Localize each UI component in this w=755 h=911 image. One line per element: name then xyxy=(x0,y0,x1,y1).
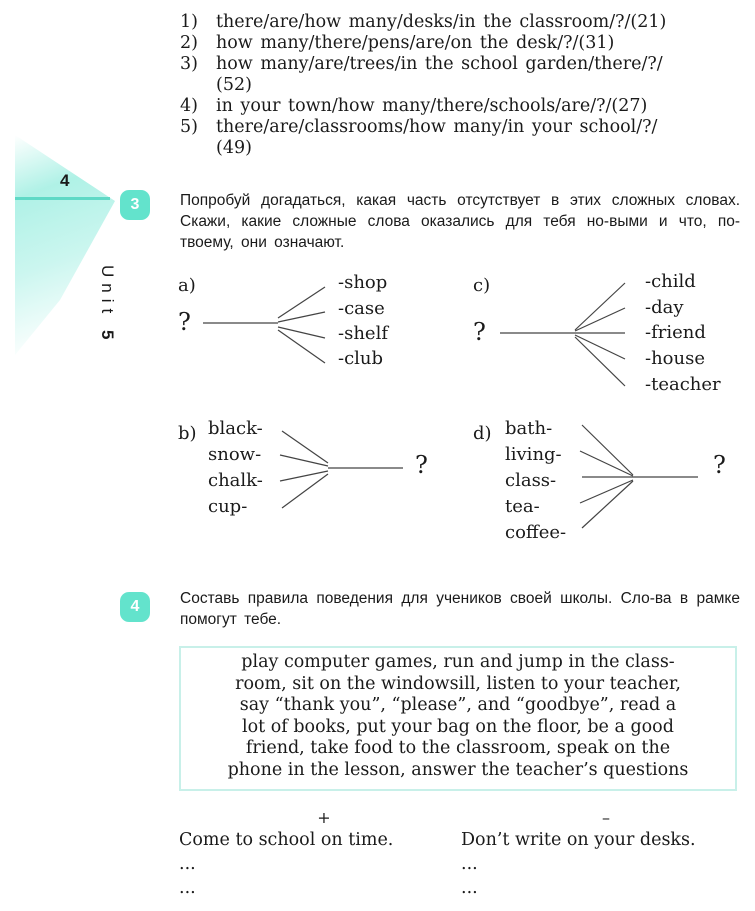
branch-line xyxy=(277,326,326,339)
rule-line: ... xyxy=(461,878,478,898)
diagram-label: d) xyxy=(473,423,492,444)
diagram-a-lines xyxy=(203,286,326,364)
unit-word: Unit xyxy=(98,265,117,320)
question-mark: ? xyxy=(713,451,726,479)
word-box-line: room, sit on the windowsill, listen to y… xyxy=(235,673,681,694)
word-part: tea- xyxy=(505,496,540,517)
item-text: how many/are/trees/in the school garden/… xyxy=(216,54,663,74)
word-part: cup- xyxy=(208,496,248,517)
diagram-b: b) black- snow- chalk- cup- ? xyxy=(175,418,445,523)
word-part: -friend xyxy=(645,322,706,343)
branch-line xyxy=(581,424,634,476)
item-number: 5) xyxy=(180,117,198,137)
list-item: 1) there/are/how many/desks/in the classr… xyxy=(180,12,740,33)
diagram-label: b) xyxy=(178,423,197,444)
task-4-badge: 4 xyxy=(120,592,150,622)
word-part: -shelf xyxy=(338,323,388,344)
question-mark: ? xyxy=(415,451,428,479)
rule-line: Come to school on time. xyxy=(179,830,394,850)
word-part: -child xyxy=(645,271,696,292)
diagram-a: a) ? -shop -case -shelf -club xyxy=(175,270,435,380)
list-item: 5) there/are/classrooms/how many/in your … xyxy=(180,117,740,138)
word-part: coffee- xyxy=(505,522,567,543)
diagram-c: c) ? -child -day -friend -house -teacher xyxy=(470,270,740,400)
branch-line xyxy=(277,329,326,364)
word-part: living- xyxy=(505,444,562,465)
branch-line xyxy=(579,450,634,477)
task-4-instruction: Составь правила поведения для учеников с… xyxy=(180,590,740,628)
task-3-instruction: Попробуй догадаться, какая часть отсутст… xyxy=(180,192,740,251)
item-number xyxy=(180,138,216,159)
branch-line xyxy=(279,454,329,467)
item-text: how many/there/pens/are/on the desk/?/(3… xyxy=(216,33,615,53)
list-item: 2) how many/there/pens/are/on the desk/?/… xyxy=(180,33,740,54)
branch-line xyxy=(574,307,626,332)
branch-line xyxy=(581,480,634,529)
word-box-line: phone in the lesson, answer the teacher’… xyxy=(227,759,689,780)
unit-label: Unit 5 xyxy=(17,265,117,345)
side-tab-divider xyxy=(15,197,110,200)
word-part: black- xyxy=(208,418,263,439)
diagram-label: a) xyxy=(178,275,196,296)
word-part: snow- xyxy=(208,444,262,465)
minus-sign: – xyxy=(602,808,610,827)
item-number: 3) xyxy=(180,54,198,74)
item-number: 2) xyxy=(180,33,198,53)
exercise-list: 1) there/are/how many/desks/in the classr… xyxy=(180,12,740,159)
rules-column-plus: + Come to school on time. ... ... xyxy=(179,808,449,900)
branch-line xyxy=(574,336,626,387)
task-3-badge: 3 xyxy=(120,190,150,220)
question-mark: ? xyxy=(473,318,486,346)
item-text: (49) xyxy=(216,138,252,158)
item-text: (52) xyxy=(216,75,252,95)
word-box-line: play computer games, run and jump in the… xyxy=(241,652,675,672)
word-part: bath- xyxy=(505,418,553,439)
word-part: -shop xyxy=(338,272,388,293)
list-item: (52) xyxy=(180,75,740,96)
word-box: play computer games, run and jump in the… xyxy=(179,646,737,791)
rules-column-minus: – Don’t write on your desks. ... ... xyxy=(461,808,751,900)
word-part: -club xyxy=(338,348,384,369)
item-number: 1) xyxy=(180,12,198,32)
branch-line xyxy=(574,334,626,360)
word-part: -house xyxy=(645,348,705,369)
page-number: 4 xyxy=(60,171,70,190)
unit-number: 5 xyxy=(98,329,117,346)
branch-line xyxy=(281,430,329,464)
word-part: class- xyxy=(505,470,557,491)
branch-line xyxy=(574,282,626,331)
item-number xyxy=(180,75,216,96)
word-part: -teacher xyxy=(645,374,721,395)
rule-line: ... xyxy=(179,854,196,874)
rule-line: ... xyxy=(179,878,196,898)
word-part: chalk- xyxy=(208,470,263,491)
diagram-label: c) xyxy=(473,275,491,296)
plus-sign: + xyxy=(317,808,331,827)
diagram-d: d) bath- living- class- tea- coffee- ? xyxy=(470,418,745,548)
item-text: there/are/how many/desks/in the classroo… xyxy=(216,12,667,32)
branch-line xyxy=(579,479,634,504)
word-part: -day xyxy=(645,297,684,318)
list-item: 3) how many/are/trees/in the school garde… xyxy=(180,54,740,75)
word-box-line: lot of books, put your bag on the floor,… xyxy=(242,716,674,737)
word-box-line: say “thank you”, “please”, and “goodbye”… xyxy=(239,695,677,715)
rule-line: Don’t write on your desks. xyxy=(461,830,696,850)
question-mark: ? xyxy=(178,308,191,336)
item-text: there/are/classrooms/how many/in your sc… xyxy=(216,117,658,137)
item-text: in your town/how many/there/schools/are/… xyxy=(216,96,648,116)
list-item: (49) xyxy=(180,138,740,159)
word-part: -case xyxy=(338,298,385,319)
rule-line: ... xyxy=(461,854,478,874)
list-item: 4) in your town/how many/there/schools/ar… xyxy=(180,96,740,117)
word-box-line: friend, take food to the classroom, spea… xyxy=(245,738,671,758)
item-number: 4) xyxy=(180,96,198,116)
